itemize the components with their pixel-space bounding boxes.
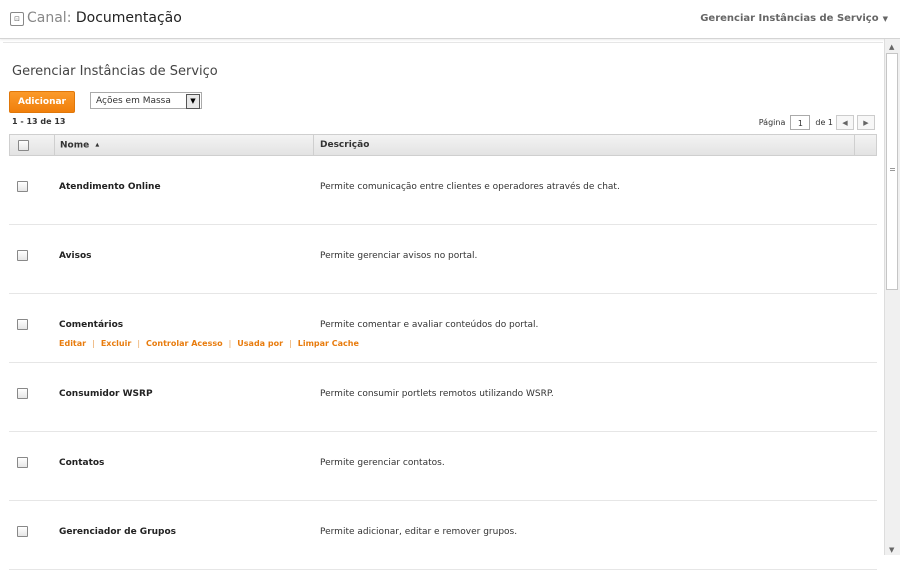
header-check-cell <box>10 135 55 155</box>
table-row: Contatos Permite gerenciar contatos. <box>9 432 877 501</box>
instance-description: Permite comunicação entre clientes e ope… <box>320 182 620 192</box>
top-bar: ⊡ Canal: Documentação Gerenciar Instânci… <box>0 0 900 39</box>
manage-instances-menu[interactable]: Gerenciar Instâncias de Serviço ▼ <box>700 13 888 24</box>
page-title: Gerenciar Instâncias de Serviço <box>12 64 218 79</box>
service-instances-table: Nome ▲ Descrição Atendimento Online Perm… <box>9 134 877 570</box>
table-row: Avisos Permite gerenciar avisos no porta… <box>9 225 877 294</box>
column-name-label: Nome <box>60 140 90 151</box>
next-page-button[interactable]: ▶ <box>857 114 875 130</box>
column-header-description: Descrição <box>314 135 855 155</box>
menu-label: Gerenciar Instâncias de Serviço <box>700 13 879 24</box>
select-all-checkbox[interactable] <box>18 140 29 151</box>
instance-name: Consumidor WSRP <box>59 389 153 399</box>
instance-name: Atendimento Online <box>59 182 161 192</box>
canal-label: Canal: <box>27 10 72 26</box>
panel-icon: ⊡ <box>10 12 24 26</box>
page-number-input[interactable]: 1 <box>790 114 811 130</box>
used-by-link[interactable]: Usada por <box>237 339 283 348</box>
page-total: de 1 <box>815 117 833 127</box>
dropdown-arrow-icon[interactable]: ▼ <box>186 94 200 109</box>
instance-description: Permite gerenciar avisos no portal. <box>320 251 478 261</box>
row-checkbox[interactable] <box>17 250 28 261</box>
vertical-scrollbar[interactable]: ▲ ▼ <box>884 39 900 555</box>
bulk-actions-value: Ações em Massa <box>96 96 171 106</box>
instance-description: Permite adicionar, editar e remover grup… <box>320 527 518 537</box>
row-checkbox[interactable] <box>17 388 28 399</box>
sort-ascending-icon: ▲ <box>95 142 100 148</box>
column-header-name[interactable]: Nome ▲ <box>54 135 314 155</box>
table-row: Consumidor WSRP Permite consumir portlet… <box>9 363 877 432</box>
instance-name: Gerenciador de Grupos <box>59 527 177 537</box>
row-checkbox[interactable] <box>17 526 28 537</box>
table-header: Nome ▲ Descrição <box>9 134 877 156</box>
delete-link[interactable]: Excluir <box>101 339 132 348</box>
table-row: Gerenciador de Grupos Permite adicionar,… <box>9 501 877 570</box>
bulk-actions-select[interactable]: Ações em Massa ▼ <box>90 92 202 109</box>
instance-description: Permite comentar e avaliar conteúdos do … <box>320 320 539 330</box>
results-count: 1 - 13 de 13 <box>12 117 66 126</box>
main-content: Gerenciar Instâncias de Serviço Adiciona… <box>3 42 883 570</box>
column-description-label: Descrição <box>320 140 370 150</box>
scroll-up-icon[interactable]: ▲ <box>889 43 894 51</box>
page-label: Página <box>758 117 786 127</box>
instance-name: Contatos <box>59 458 105 468</box>
caret-down-icon: ▼ <box>882 15 888 23</box>
row-actions: Editar | Excluir | Controlar Acesso | Usada… <box>59 339 359 348</box>
table-row: Atendimento Online Permite comunicação e… <box>9 156 877 225</box>
edit-link[interactable]: Editar <box>59 339 86 348</box>
grip-icon <box>890 168 895 171</box>
access-control-link[interactable]: Controlar Acesso <box>146 339 223 348</box>
previous-page-button[interactable]: ◀ <box>836 114 854 130</box>
site-name: Documentação <box>75 10 182 26</box>
instance-name: Avisos <box>59 251 92 261</box>
site-title: Canal: Documentação <box>27 10 182 26</box>
add-button[interactable]: Adicionar <box>9 91 75 113</box>
instance-description: Permite gerenciar contatos. <box>320 458 445 468</box>
row-checkbox[interactable] <box>17 457 28 468</box>
instance-description: Permite consumir portlets remotos utiliz… <box>320 389 554 399</box>
row-checkbox[interactable] <box>17 319 28 330</box>
pagination: Página 1 de 1 ◀ ▶ <box>759 114 875 130</box>
table-row: Comentários Permite comentar e avaliar c… <box>9 294 877 363</box>
instance-name: Comentários <box>59 320 124 330</box>
row-checkbox[interactable] <box>17 181 28 192</box>
scrollbar-thumb[interactable] <box>886 53 898 290</box>
clear-cache-link[interactable]: Limpar Cache <box>298 339 359 348</box>
scroll-down-icon[interactable]: ▼ <box>889 546 894 554</box>
